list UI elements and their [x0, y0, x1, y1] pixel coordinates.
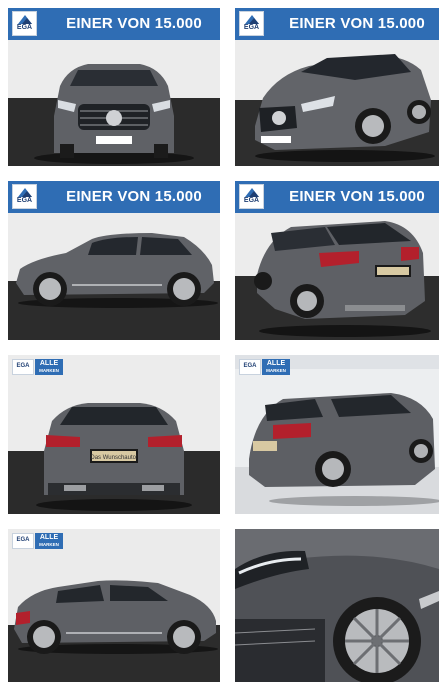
badge-line2: MARKEN [266, 368, 286, 373]
ega-logo-text: EGA [16, 197, 33, 204]
ega-logo: EGA [239, 184, 264, 209]
ega-logo-text: EGA [243, 363, 257, 369]
ega-logo-text: EGA [243, 24, 260, 31]
ega-logo-mark-icon [18, 15, 32, 24]
photo-tile-detail[interactable] [235, 529, 439, 682]
car-photo-detail [235, 529, 439, 682]
photo-tile-front[interactable]: EGA EINER VON 15.000 [8, 8, 220, 166]
alle-marken-badge: ALLE MARKEN [35, 359, 63, 375]
car-photo-rear-three-quarter-showroom [235, 355, 439, 514]
ega-logo-mark-icon [245, 15, 259, 24]
ega-logo-text: EGA [16, 363, 30, 369]
photo-tile-side[interactable]: EGA EINER VON 15.000 [8, 181, 220, 340]
banner-text: EINER VON 15.000 [289, 15, 425, 32]
car-photo-side-showroom [8, 529, 220, 682]
alle-marken-badge: ALLE MARKEN [35, 533, 63, 549]
ega-logo-text: EGA [16, 24, 33, 31]
ega-logo: EGA [239, 359, 261, 375]
alle-marken-badge: ALLE MARKEN [262, 359, 290, 375]
photo-tile-side-showroom[interactable]: EGA ALLE MARKEN [8, 529, 220, 682]
photo-tile-rear-three-quarter-showroom[interactable]: EGA ALLE MARKEN [235, 355, 439, 514]
car-photo-rear: Das Wunschauto! [8, 355, 220, 514]
promo-banner: EGA EINER VON 15.000 [8, 181, 220, 213]
promo-banner: EGA EINER VON 15.000 [8, 8, 220, 40]
photo-tile-front-three-quarter[interactable]: EGA EINER VON 15.000 [235, 8, 439, 166]
ega-logo-text: EGA [16, 537, 30, 543]
badge-line2: MARKEN [39, 542, 59, 547]
dealer-plate-text: Das Wunschauto! [90, 455, 138, 461]
ega-logo: EGA [12, 11, 37, 36]
badge-line2: MARKEN [39, 368, 59, 373]
ega-logo-mark-icon [245, 188, 259, 197]
ega-logo: EGA [12, 184, 37, 209]
ega-logo-text: EGA [243, 197, 260, 204]
banner-text: EINER VON 15.000 [66, 188, 202, 205]
banner-text: EINER VON 15.000 [66, 15, 202, 32]
photo-gallery: EGA EINER VON 15.000 EGA EINER VON 15.00… [0, 0, 439, 682]
ega-logo: EGA [12, 533, 34, 549]
photo-tile-rear[interactable]: Das Wunschauto! EGA ALLE MARKEN [8, 355, 220, 514]
promo-banner: EGA EINER VON 15.000 [235, 181, 439, 213]
promo-banner: EGA EINER VON 15.000 [235, 8, 439, 40]
ega-logo: EGA [239, 11, 264, 36]
photo-tile-rear-three-quarter[interactable]: EGA EINER VON 15.000 [235, 181, 439, 340]
banner-text: EINER VON 15.000 [289, 188, 425, 205]
ega-logo-mark-icon [18, 188, 32, 197]
ega-logo: EGA [12, 359, 34, 375]
